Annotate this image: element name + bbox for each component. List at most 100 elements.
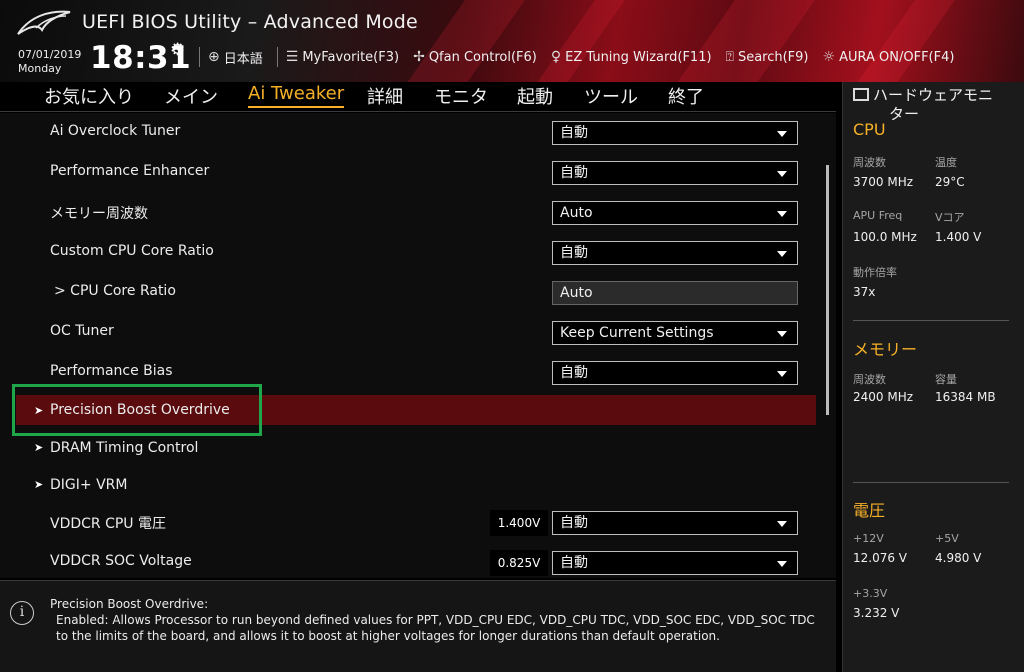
help-body: Enabled: Allows Processor to run beyond … xyxy=(56,613,815,643)
setting-label: DIGI+ VRM xyxy=(50,477,128,493)
tab-favorites[interactable]: お気に入り xyxy=(44,83,134,109)
search-button[interactable]: ⍰ Search(F9) xyxy=(726,49,809,65)
vcore-value: 1.400 V xyxy=(935,230,982,244)
cpu-freq-value: 3700 MHz xyxy=(853,175,914,189)
language-label: 日本語 xyxy=(223,51,263,67)
day-text: Monday xyxy=(18,62,62,75)
app-title: UEFI BIOS Utility – Advanced Mode xyxy=(82,11,418,33)
aura-light-icon: ☼ xyxy=(822,49,836,65)
setting-label: Performance Enhancer xyxy=(50,163,210,179)
chevron-down-icon xyxy=(777,171,787,177)
setting-label: > CPU Core Ratio xyxy=(54,283,176,299)
voltage-reading: 1.400V xyxy=(490,510,548,536)
select-value: Keep Current Settings xyxy=(560,325,714,341)
search-label: Search(F9) xyxy=(737,49,809,65)
cpu-freq-label: 周波数 xyxy=(853,156,886,169)
mem-freq-label: 周波数 xyxy=(853,373,886,386)
help-title: Precision Boost Overdrive: xyxy=(50,597,209,611)
myfavorite-label: MyFavorite(F3) xyxy=(302,49,400,65)
aura-label: AURA ON/OFF(F4) xyxy=(839,49,955,65)
mem-capacity-value: 16384 MB xyxy=(935,390,996,404)
fan-icon: ✢ xyxy=(413,49,425,65)
monitor-title-line1: ハードウェアモニ xyxy=(873,86,994,104)
select-value: 自動 xyxy=(560,555,588,571)
setting-label: Custom CPU Core Ratio xyxy=(50,243,214,259)
setting-row-memory-frequency[interactable]: メモリー周波数 Auto xyxy=(0,195,820,227)
qfan-control-button[interactable]: ✢ Qfan Control(F6) xyxy=(413,49,537,65)
mem-freq-value: 2400 MHz xyxy=(853,390,914,404)
v33-label: +3.3V xyxy=(853,587,888,600)
tab-exit[interactable]: 終了 xyxy=(668,83,704,109)
chevron-down-icon xyxy=(777,561,787,567)
hardware-monitor-panel: ハードウェアモニ ター CPU 周波数 温度 3700 MHz 29°C APU… xyxy=(842,82,1024,672)
v5-label: +5V xyxy=(935,532,959,545)
chevron-down-icon xyxy=(777,131,787,137)
setting-row-vddcr-cpu-voltage[interactable]: VDDCR CPU 電圧 1.400V 自動 xyxy=(0,505,820,537)
selection-highlight-box xyxy=(12,384,262,436)
v5-value: 4.980 V xyxy=(935,551,982,565)
field-value: Auto xyxy=(560,285,593,301)
performance-enhancer-select[interactable]: 自動 xyxy=(552,161,798,185)
setting-row-vddcr-soc-voltage[interactable]: VDDCR SOC Voltage 0.825V 自動 xyxy=(0,545,820,577)
setting-row-cpu-core-ratio[interactable]: > CPU Core Ratio Auto xyxy=(0,275,820,307)
tab-tool[interactable]: ツール xyxy=(584,83,638,109)
submenu-dram-timing-control[interactable]: ➤ DRAM Timing Control xyxy=(0,432,820,464)
apu-freq-label: APU Freq xyxy=(853,209,903,222)
vcore-label: Vコア xyxy=(935,211,965,224)
chevron-down-icon xyxy=(777,331,787,337)
apu-freq-value: 100.0 MHz xyxy=(853,230,917,244)
chevron-down-icon xyxy=(777,521,787,527)
date-display: 07/01/2019 Monday xyxy=(18,48,81,76)
favorite-list-icon: ☰ xyxy=(285,49,299,65)
setting-row-ai-overclock-tuner[interactable]: Ai Overclock Tuner 自動 xyxy=(0,115,820,147)
memory-frequency-select[interactable]: Auto xyxy=(552,201,798,225)
gear-icon[interactable]: ⚙ xyxy=(170,40,185,60)
performance-bias-select[interactable]: 自動 xyxy=(552,361,798,385)
ez-tuning-wizard-button[interactable]: ♀ EZ Tuning Wizard(F11) xyxy=(551,49,712,65)
setting-row-oc-tuner[interactable]: OC Tuner Keep Current Settings xyxy=(0,315,820,347)
setting-label: メモリー周波数 xyxy=(50,206,148,222)
qfan-label: Qfan Control(F6) xyxy=(428,49,537,65)
setting-row-performance-enhancer[interactable]: Performance Enhancer 自動 xyxy=(0,155,820,187)
rog-logo-icon xyxy=(17,10,71,35)
oc-tuner-select[interactable]: Keep Current Settings xyxy=(552,321,798,345)
setting-label: DRAM Timing Control xyxy=(50,440,199,456)
submenu-digi-vrm[interactable]: ➤ DIGI+ VRM xyxy=(0,469,820,501)
setting-label: Ai Overclock Tuner xyxy=(50,123,181,139)
date-text: 07/01/2019 xyxy=(18,48,82,61)
custom-cpu-core-ratio-select[interactable]: 自動 xyxy=(552,241,798,265)
info-icon: i xyxy=(10,601,34,625)
select-value: Auto xyxy=(560,205,593,221)
select-value: 自動 xyxy=(560,515,588,531)
aura-toggle-button[interactable]: ☼ AURA ON/OFF(F4) xyxy=(823,49,955,65)
ratio-label: 動作倍率 xyxy=(853,266,897,279)
v33-value: 3.232 V xyxy=(853,606,900,620)
select-value: 自動 xyxy=(560,125,588,141)
vddcr-soc-voltage-select[interactable]: 自動 xyxy=(552,551,798,575)
settings-scrollbar[interactable] xyxy=(826,165,829,415)
tab-monitor[interactable]: モニタ xyxy=(434,83,488,109)
cpu-temp-value: 29°C xyxy=(935,175,965,189)
myfavorite-button[interactable]: ☰ MyFavorite(F3) xyxy=(286,49,399,65)
ai-overclock-tuner-select[interactable]: 自動 xyxy=(552,121,798,145)
chevron-down-icon xyxy=(777,371,787,377)
select-value: 自動 xyxy=(560,165,588,181)
tab-boot[interactable]: 起動 xyxy=(517,83,553,109)
setting-label: VDDCR SOC Voltage xyxy=(50,553,192,569)
select-value: 自動 xyxy=(560,245,588,261)
toolbar-divider xyxy=(199,47,200,67)
setting-row-custom-cpu-core-ratio[interactable]: Custom CPU Core Ratio 自動 xyxy=(0,235,820,267)
v12-label: +12V xyxy=(853,532,884,545)
cpu-temp-label: 温度 xyxy=(935,156,957,169)
setting-label: Performance Bias xyxy=(50,363,173,379)
setting-row-performance-bias[interactable]: Performance Bias 自動 xyxy=(0,355,820,387)
cpu-core-ratio-field: Auto xyxy=(552,281,798,305)
monitor-divider xyxy=(853,320,1009,321)
tab-ai-tweaker[interactable]: Ai Tweaker xyxy=(248,83,345,108)
toolbar-divider xyxy=(276,47,278,67)
header-banner: UEFI BIOS Utility – Advanced Mode 07/01/… xyxy=(0,0,1024,82)
tab-advanced[interactable]: 詳細 xyxy=(367,83,403,109)
language-button[interactable]: ⊕ 日本語 xyxy=(208,48,263,67)
vddcr-cpu-voltage-select[interactable]: 自動 xyxy=(552,511,798,535)
tab-main[interactable]: メイン xyxy=(164,83,218,109)
